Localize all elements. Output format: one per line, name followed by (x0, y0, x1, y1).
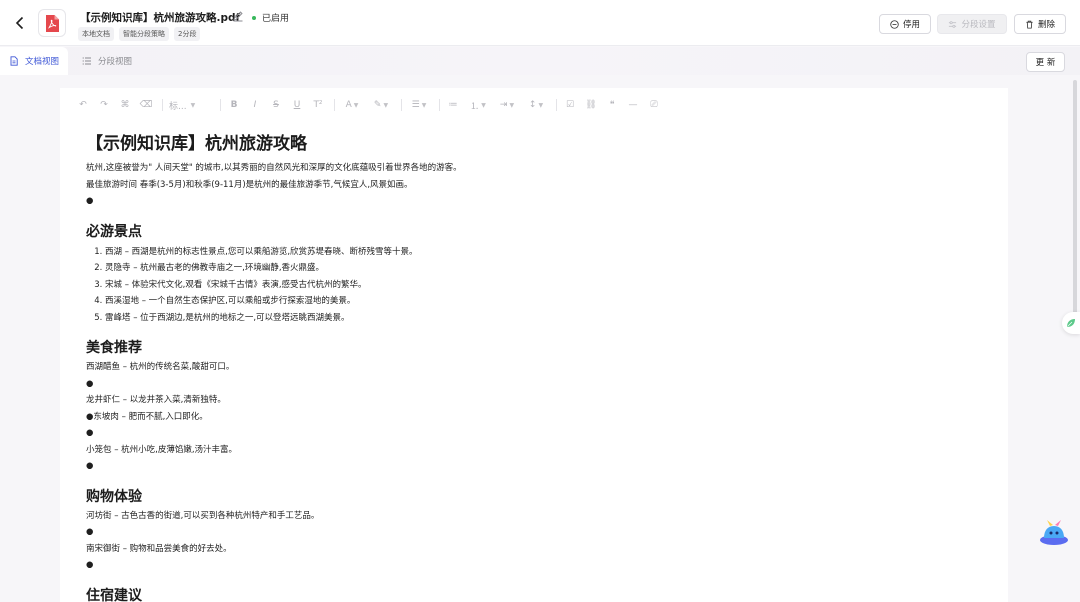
bullet-list-icon[interactable]: ≔ (444, 96, 462, 114)
tag-segment-strategy: 智能分段策略 (119, 27, 169, 41)
tab-segment-view-label: 分段视图 (98, 57, 133, 67)
tag-segment-count: 2分段 (174, 27, 201, 41)
heading-select-value: 标... (169, 101, 187, 112)
bullet-paragraph: ● (86, 461, 94, 471)
status-badge: 已启用 (252, 11, 289, 24)
chevron-down-icon: ▼ (383, 101, 389, 109)
bullet-paragraph: ● (86, 378, 94, 389)
list-item: 雷峰塔 – 位于西湖边,是杭州的地标之一,可以登塔远眺西湖美景。 (105, 310, 986, 327)
tag-local-doc: 本地文档 (78, 27, 114, 41)
chevron-down-icon: ▼ (421, 101, 427, 109)
segment-settings-button[interactable]: 分段设置 (937, 14, 1007, 34)
paragraph: ●东坡肉 – 肥而不腻,入口即化。 (86, 411, 208, 422)
delete-label: 删除 (1037, 20, 1055, 30)
editor-toolbar: ↶ ↷ ⌘ ⌫ 标... ▼ B I S U T² A ▼ ✎ ▼ ☰ ▼ ≔ ⒈ ▼ ⇥… (74, 96, 666, 114)
update-button[interactable]: 更 新 (1026, 52, 1065, 72)
heading-select[interactable]: 标... ▼ (167, 96, 213, 114)
redo-icon[interactable]: ↷ (95, 96, 113, 114)
status-label: 已启用 (262, 14, 290, 24)
toolbar-divider (334, 99, 335, 111)
section-heading: 购物体验 (86, 488, 142, 505)
toolbar-divider (556, 99, 557, 111)
list-icon (82, 57, 91, 65)
bullet-paragraph: ● (86, 527, 94, 537)
clear-icon[interactable]: ⎚ (645, 96, 663, 114)
clear-format-icon[interactable]: ⌫ (137, 96, 155, 114)
chevron-left-icon (15, 16, 24, 30)
back-button[interactable] (10, 13, 30, 33)
side-widget-tab[interactable] (1062, 312, 1080, 334)
assistant-icon[interactable] (1039, 518, 1069, 546)
paragraph: 南宋御街 – 购物和品尝美食的好去处。 (86, 543, 232, 554)
toolbar-divider (401, 99, 402, 111)
strikethrough-icon[interactable]: S (267, 96, 285, 114)
indent-icon[interactable]: ⇥ ▼ (494, 96, 520, 114)
undo-icon[interactable]: ↶ (74, 96, 92, 114)
segment-settings-label: 分段设置 (961, 20, 996, 30)
disable-button[interactable]: 停用 (879, 14, 931, 34)
paragraph: 小笼包 – 杭州小吃,皮薄馅嫩,汤汁丰富。 (86, 444, 238, 455)
chevron-down-icon: ▼ (509, 101, 515, 109)
format-painter-icon[interactable]: ⌘ (116, 96, 134, 114)
status-dot (252, 15, 256, 20)
ordered-list: 西湖 – 西湖是杭州的标志性景点,您可以乘船游览,欣赏苏堤春晓、断桥残雪等十景。… (86, 244, 986, 327)
file-type-icon (38, 9, 66, 37)
toolbar-divider (220, 99, 221, 111)
toolbar-divider (439, 99, 440, 111)
list-item: 西溪湿地 – 一个自然生态保护区,可以乘船或步行探索湿地的美景。 (105, 293, 986, 310)
section-heading: 美食推荐 (86, 340, 142, 356)
file-name: 【示例知识库】杭州旅游攻略.pdf (80, 12, 241, 24)
paragraph: 杭州,这座被誉为" 人间天堂" 的城市,以其秀丽的自然风光和深厚的文化底蕴吸引着… (86, 163, 462, 173)
list-item: 灵隐寺 – 杭州最古老的佛教寺庙之一,环境幽静,香火鼎盛。 (105, 260, 986, 277)
scrollbar[interactable] (1073, 80, 1077, 320)
file-tags: 本地文档 智能分段策略 2分段 (78, 27, 201, 41)
tab-document-view-label: 文档视图 (25, 57, 60, 67)
paragraph: 河坊街 – 古色古香的街道,可以买到各种杭州特产和手工艺品。 (86, 510, 320, 521)
tab-document-view[interactable]: 文档视图 (0, 47, 69, 75)
minus-circle-icon (890, 19, 899, 29)
ordered-list-icon[interactable]: ⒈ ▼ (465, 96, 491, 114)
italic-icon[interactable]: I (246, 96, 264, 114)
document-title: 【示例知识库】杭州旅游攻略 (86, 134, 307, 154)
tab-segment-view[interactable]: 分段视图 (82, 47, 132, 75)
paragraph: 西湖醋鱼 – 杭州的传统名菜,酸甜可口。 (86, 362, 235, 372)
bold-icon[interactable]: B (225, 96, 243, 114)
font-color-icon[interactable]: A ▼ (339, 96, 365, 114)
document-editor: ↶ ↷ ⌘ ⌫ 标... ▼ B I S U T² A ▼ ✎ ▼ ☰ ▼ ≔ ⒈ ▼ ⇥… (60, 88, 1008, 602)
superscript-icon[interactable]: T² (309, 96, 327, 114)
paragraph: 最佳旅游时间 春季(3-5月)和秋季(9-11月)是杭州的最佳旅游季节,气候宜人… (86, 179, 413, 190)
disable-label: 停用 (902, 20, 920, 30)
edit-icon[interactable] (232, 10, 244, 22)
horizontal-rule-icon[interactable]: — (624, 96, 642, 114)
chevron-down-icon: ▼ (190, 101, 196, 109)
bullet-paragraph: ● (86, 196, 94, 206)
quote-icon[interactable]: ❝ (603, 96, 621, 114)
trash-icon (1026, 20, 1033, 29)
file-header: 【示例知识库】杭州旅游攻略.pdf 已启用 本地文档 智能分段策略 2分段 停用… (0, 0, 1080, 46)
bullet-paragraph: ● (86, 428, 94, 438)
section-heading: 必游景点 (86, 223, 142, 240)
leaf-icon (1067, 319, 1075, 327)
chevron-down-icon: ▼ (481, 101, 486, 109)
settings-sliders-icon (949, 20, 957, 28)
section-heading: 住宿建议 (86, 587, 142, 602)
highlight-icon[interactable]: ✎ ▼ (368, 96, 394, 114)
document-content[interactable]: 【示例知识库】杭州旅游攻略 杭州,这座被誉为" 人间天堂" 的城市,以其秀丽的自… (86, 132, 986, 602)
list-item: 宋城 – 体验宋代文化,观看《宋城千古情》表演,感受古代杭州的繁华。 (105, 277, 986, 294)
bullet-paragraph: ● (86, 560, 94, 570)
toolbar-divider (162, 99, 163, 111)
link-icon[interactable]: ⛓ (582, 96, 600, 114)
document-icon (10, 56, 18, 66)
list-item: 西湖 – 西湖是杭州的标志性景点,您可以乘船游览,欣赏苏堤春晓、断桥残雪等十景。 (105, 244, 986, 261)
paragraph: 龙井虾仁 – 以龙井茶入菜,清新独特。 (86, 395, 226, 405)
align-icon[interactable]: ☰ ▼ (406, 96, 432, 114)
view-tab-bar: 文档视图 分段视图 (0, 47, 1080, 75)
line-height-icon[interactable]: ↕ ▼ (523, 96, 549, 114)
checkbox-icon[interactable]: ☑ (561, 96, 579, 114)
chevron-down-icon: ▼ (538, 101, 544, 109)
delete-button[interactable]: 删除 (1014, 14, 1066, 34)
underline-icon[interactable]: U (288, 96, 306, 114)
chevron-down-icon: ▼ (353, 101, 359, 109)
pdf-icon (45, 14, 59, 32)
